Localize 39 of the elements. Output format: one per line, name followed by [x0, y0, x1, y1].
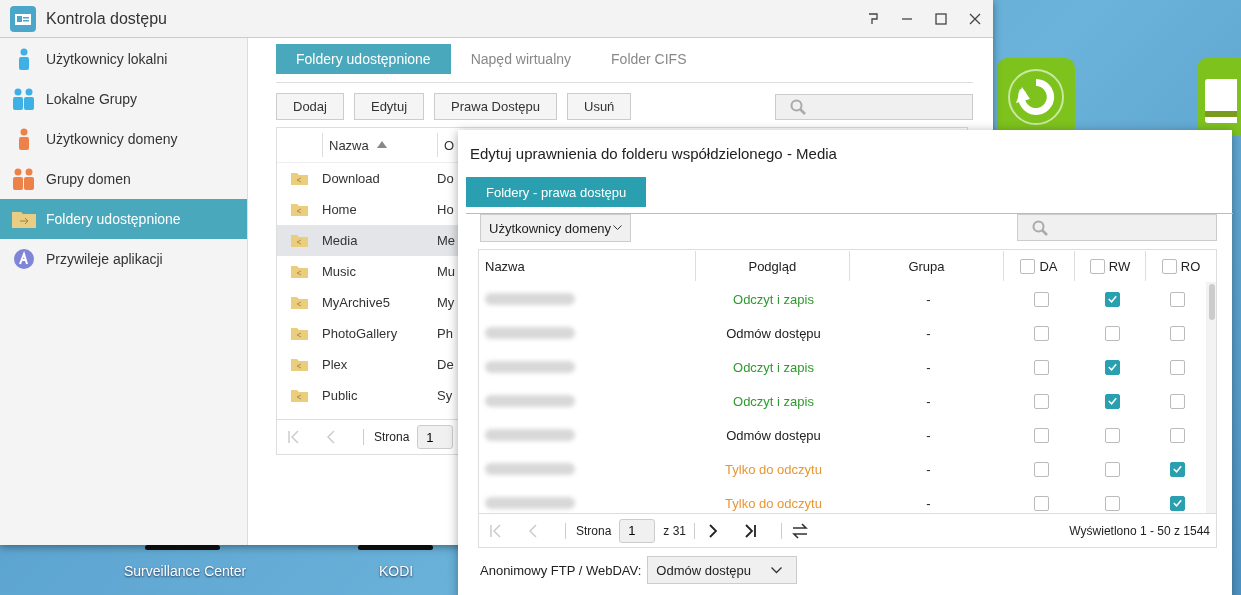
table-cell-text: Home [322, 202, 358, 217]
column-header: DA [1039, 258, 1058, 274]
table-cell: - [926, 325, 931, 341]
column-header: RW [1108, 258, 1131, 274]
table-cell-text: Public [322, 388, 359, 403]
table-cell: - [926, 427, 931, 443]
access-preview: Tylko do odczytu [725, 461, 822, 477]
window-title: Kontrola dostępu [46, 9, 168, 28]
page-label: Strona [374, 430, 410, 444]
access-preview: Odmów dostępu [726, 427, 821, 443]
column-header: RO [1180, 258, 1201, 274]
table-cell: Me [437, 233, 456, 248]
table-cell-text: Plex [322, 357, 349, 372]
table-cell-text: Music [322, 264, 357, 279]
table-cell: My [437, 295, 455, 310]
table-cell: - [926, 393, 931, 409]
table-cell-text: Media [322, 233, 359, 248]
results-summary: Wyświetlono 1 - 50 z 1544 [1069, 523, 1210, 538]
field-label: Anonimowy FTP / WebDAV: [480, 562, 642, 578]
table-cell: Ho [437, 202, 454, 217]
table-cell-text: MyArchive5 [322, 295, 391, 310]
page-label: Strona [576, 523, 612, 538]
table-cell: Ph [437, 326, 453, 341]
table-cell: - [926, 359, 931, 375]
access-preview: Odczyt i zapis [733, 359, 814, 375]
table-cell: - [926, 461, 931, 477]
access-preview: Odczyt i zapis [733, 291, 814, 307]
table-cell: De [437, 357, 454, 372]
table-cell: - [926, 291, 931, 307]
table-cell: Mu [437, 264, 456, 279]
table-cell-text: PhotoGallery [322, 326, 399, 341]
access-preview: Odmów dostępu [726, 325, 821, 341]
page-total: z 31 [663, 523, 687, 538]
access-preview: Tylko do odczytu [725, 495, 822, 511]
table-cell-text: Download [322, 171, 381, 186]
table-cell: Sy [437, 388, 453, 403]
table-cell: - [926, 495, 931, 511]
table-cell: Do [437, 171, 454, 186]
access-preview: Odczyt i zapis [733, 393, 814, 409]
